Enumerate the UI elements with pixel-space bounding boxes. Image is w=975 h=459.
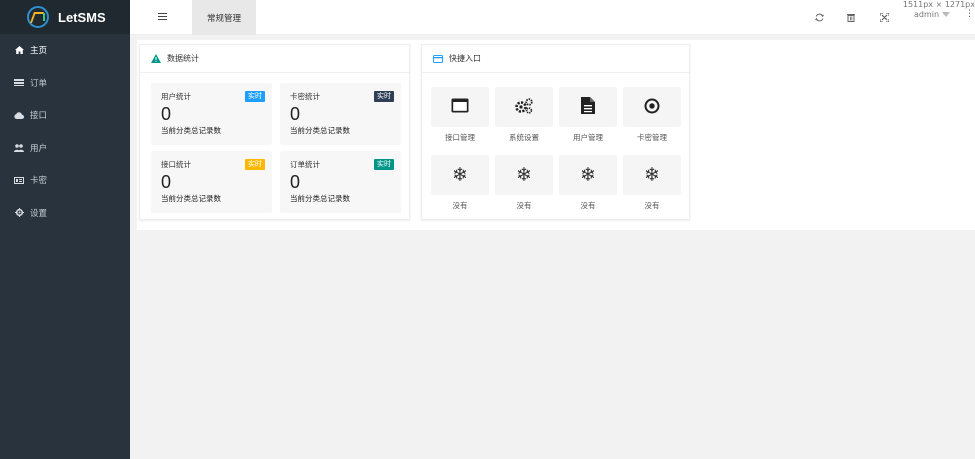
- stat-orders: 订单统计 实时 0 当前分类总记录数: [280, 151, 401, 213]
- card-icon: [13, 176, 25, 184]
- users-icon: [13, 143, 25, 152]
- document-icon: [581, 97, 595, 117]
- stat-users: 用户统计 实时 0 当前分类总记录数: [151, 83, 272, 145]
- tab-general-management[interactable]: 常规管理: [192, 0, 256, 35]
- quick-item-none-4[interactable]: ❄ 没有: [623, 155, 681, 211]
- credit-card-icon: [433, 54, 443, 63]
- refresh-icon[interactable]: [811, 9, 827, 25]
- sidebar-item-users[interactable]: 用户: [0, 132, 130, 165]
- user-menu[interactable]: admin: [914, 10, 951, 19]
- stats-card-header: 数据统计: [140, 45, 409, 73]
- cogs-icon: [514, 97, 534, 117]
- main-content: 数据统计 用户统计 实时 0 当前分类总记录数 卡密统计 实时 0 当前分类总记…: [137, 40, 975, 230]
- sidebar-item-label: 主页: [30, 46, 48, 57]
- quick-item-label: 没有: [516, 201, 532, 210]
- quick-item-label: 没有: [644, 201, 660, 210]
- gear-icon: [13, 208, 25, 218]
- stat-value: 0: [290, 104, 301, 124]
- quick-item-none-2[interactable]: ❄ 没有: [495, 155, 553, 211]
- stats-card-title: 数据统计: [167, 54, 199, 63]
- status-badge: 实时: [374, 91, 394, 102]
- stat-description: 当前分类总记录数: [290, 126, 350, 135]
- stat-value: 0: [161, 104, 172, 124]
- quick-item-box[interactable]: ❄: [559, 155, 617, 195]
- quick-item-system-settings[interactable]: 系统设置: [495, 87, 553, 143]
- sidebar-item-label: 用户: [30, 143, 48, 154]
- sidebar: LetSMS 主页 订单 接口 用户 卡密 设置: [0, 0, 130, 459]
- snowflake-icon: ❄: [516, 163, 532, 186]
- quick-item-box[interactable]: [431, 87, 489, 127]
- quick-item-none-3[interactable]: ❄ 没有: [559, 155, 617, 211]
- sidebar-item-label: 接口: [30, 111, 48, 122]
- stat-description: 当前分类总记录数: [290, 194, 350, 203]
- snowflake-icon: ❄: [452, 163, 468, 186]
- quick-card-header: 快捷入口: [422, 45, 689, 73]
- quick-item-label: 接口管理: [445, 133, 475, 142]
- sidebar-item-api[interactable]: 接口: [0, 99, 130, 132]
- quick-item-label: 没有: [580, 201, 596, 210]
- stat-value: 0: [161, 172, 172, 192]
- quick-item-label: 系统设置: [509, 133, 539, 142]
- more-icon[interactable]: ⋮: [965, 9, 974, 19]
- quick-card-title: 快捷入口: [449, 54, 481, 63]
- app-name: LetSMS: [58, 9, 106, 25]
- quick-item-box[interactable]: ❄: [623, 155, 681, 195]
- quick-item-api-management[interactable]: 接口管理: [431, 87, 489, 143]
- stat-description: 当前分类总记录数: [161, 126, 221, 135]
- status-badge: 实时: [245, 159, 265, 170]
- username: admin: [914, 10, 940, 19]
- status-badge: 实时: [374, 159, 394, 170]
- home-icon: [13, 46, 25, 55]
- stats-card: 数据统计 用户统计 实时 0 当前分类总记录数 卡密统计 实时 0 当前分类总记…: [139, 44, 410, 220]
- cloud-icon: [13, 112, 25, 119]
- sidebar-item-cards[interactable]: 卡密: [0, 164, 130, 197]
- status-badge: 实时: [245, 91, 265, 102]
- sidebar-item-settings[interactable]: 设置: [0, 197, 130, 230]
- quick-item-box[interactable]: ❄: [495, 155, 553, 195]
- quick-item-user-management[interactable]: 用户管理: [559, 87, 617, 143]
- quick-item-none-1[interactable]: ❄ 没有: [431, 155, 489, 211]
- stat-description: 当前分类总记录数: [161, 194, 221, 203]
- quick-item-box[interactable]: [559, 87, 617, 127]
- trash-icon[interactable]: [843, 9, 859, 25]
- fullscreen-icon[interactable]: [876, 9, 892, 25]
- quick-item-card-management[interactable]: 卡密管理: [623, 87, 681, 143]
- sidebar-item-home[interactable]: 主页: [0, 34, 130, 67]
- quick-item-box[interactable]: [623, 87, 681, 127]
- list-icon: [13, 79, 25, 87]
- sidebar-item-label: 卡密: [30, 176, 48, 187]
- warning-icon: [151, 54, 161, 63]
- logo[interactable]: LetSMS: [0, 0, 130, 34]
- top-navbar: 常规管理 1511px × 1271px admin ⋮: [130, 0, 975, 35]
- quick-item-label: 用户管理: [573, 133, 603, 142]
- sidebar-item-orders[interactable]: 订单: [0, 67, 130, 100]
- letsms-logo-icon: [27, 6, 49, 28]
- sidebar-item-label: 设置: [30, 208, 48, 219]
- snowflake-icon: ❄: [644, 163, 660, 186]
- quick-item-box[interactable]: ❄: [431, 155, 489, 195]
- quick-entry-card: 快捷入口 接口管理 系统设置 用户管理 卡密管理 ❄ 没有 ❄ 没有 ❄ 没有 …: [421, 44, 690, 220]
- sidebar-nav: 主页 订单 接口 用户 卡密 设置: [0, 34, 130, 229]
- snowflake-icon: ❄: [580, 163, 596, 186]
- quick-item-box[interactable]: [495, 87, 553, 127]
- sidebar-item-label: 订单: [30, 78, 48, 89]
- stat-api: 接口统计 实时 0 当前分类总记录数: [151, 151, 272, 213]
- stat-cards: 卡密统计 实时 0 当前分类总记录数: [280, 83, 401, 145]
- stat-value: 0: [290, 172, 301, 192]
- menu-toggle-button[interactable]: [152, 8, 172, 26]
- chevron-down-icon: [942, 10, 951, 19]
- target-icon: [644, 98, 660, 117]
- menu-icon: [157, 12, 167, 23]
- quick-item-label: 卡密管理: [637, 133, 667, 142]
- quick-item-label: 没有: [452, 201, 468, 210]
- window-icon: [451, 98, 469, 116]
